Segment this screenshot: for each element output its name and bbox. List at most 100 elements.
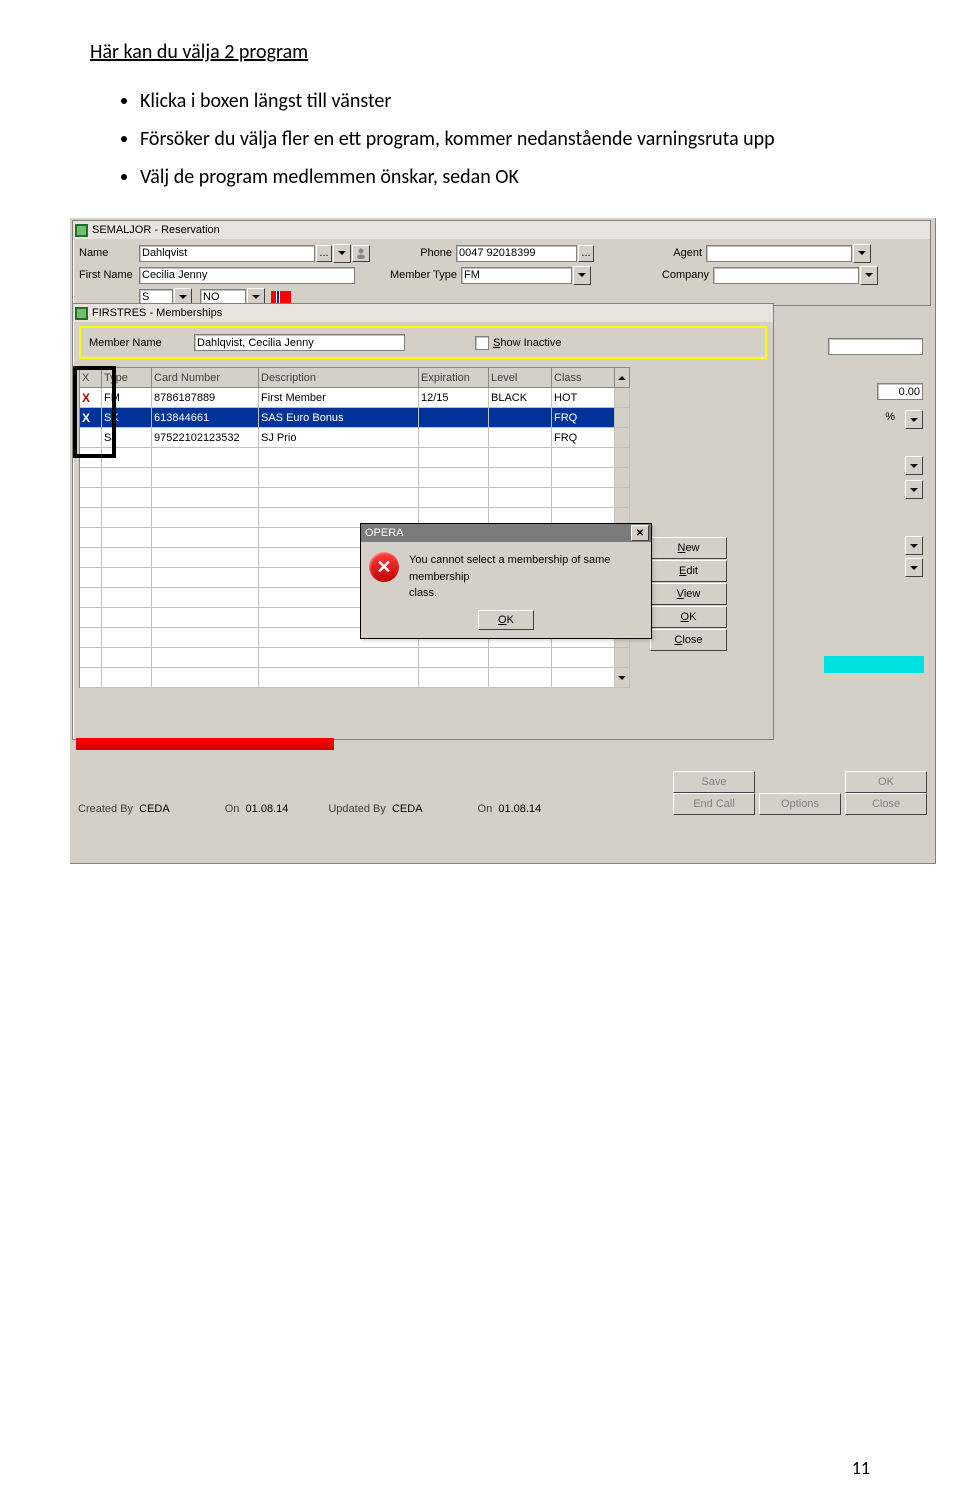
updated-on-value: 01.08.14 (498, 803, 541, 815)
side-dropdown-2[interactable] (905, 480, 923, 499)
view-button[interactable]: View (650, 583, 727, 605)
table-row[interactable] (80, 448, 630, 468)
col-level[interactable]: Level (489, 368, 552, 388)
col-desc[interactable]: Description (259, 368, 419, 388)
scroll-track (615, 388, 630, 408)
scroll-track (615, 428, 630, 448)
ok-button[interactable]: OK (650, 606, 727, 628)
member-type-dropdown[interactable] (573, 266, 591, 285)
label-member-type: Member Type (367, 269, 457, 281)
name-field[interactable]: Dahlqvist (139, 245, 315, 262)
amount-field[interactable]: 0.00 (877, 383, 923, 400)
app-screenshot: SEMALJOR - Reservation Name Dahlqvist ..… (70, 218, 936, 864)
x-icon: X (82, 411, 90, 425)
memberships-titlebar: FIRSTRES - Memberships (73, 304, 773, 322)
footer-ok-button[interactable]: OK (845, 771, 927, 793)
end-call-button[interactable]: End Call (673, 793, 755, 815)
dialog-title: OPERA (365, 527, 404, 539)
label-name: Name (79, 247, 139, 259)
close-icon[interactable]: ✕ (631, 525, 649, 541)
phone-more-button[interactable]: ... (578, 245, 594, 262)
cell-type: FM (102, 388, 152, 408)
close-button[interactable]: Close (650, 629, 727, 651)
table-row[interactable]: X SK 613844661 SAS Euro Bonus FRQ (80, 408, 630, 428)
phone-field[interactable]: 0047 92018399 (456, 245, 577, 262)
first-name-field[interactable]: Cecilia Jenny (139, 267, 355, 284)
label-phone: Phone (390, 247, 452, 259)
memberships-title: FIRSTRES - Memberships (92, 307, 222, 319)
pct-dropdown[interactable] (905, 410, 923, 429)
cell-desc: First Member (259, 388, 419, 408)
footer-button-grid: Save OK End Call Options Close (673, 771, 927, 815)
amount-value: 0.00 (823, 383, 923, 400)
show-inactive-checkbox[interactable]: Show Inactive (475, 336, 562, 350)
dialog-message: You cannot select a membership of same m… (409, 552, 641, 602)
member-name-field[interactable]: Dahlqvist, Cecilia Jenny (194, 334, 405, 351)
company-dropdown[interactable] (860, 266, 878, 285)
cell-level (489, 408, 552, 428)
reservation-title: SEMALJOR - Reservation (92, 224, 220, 236)
created-on-value: 01.08.14 (246, 803, 289, 815)
agent-dropdown[interactable] (853, 244, 871, 263)
col-x[interactable]: X (80, 368, 102, 388)
table-row[interactable] (80, 468, 630, 488)
side-dropdown-1[interactable] (905, 456, 923, 475)
red-strip (76, 738, 334, 750)
edit-button[interactable]: Edit (650, 560, 727, 582)
ellipsis-button[interactable]: ... (316, 245, 332, 262)
cell-card: 8786187889 (152, 388, 259, 408)
on-label: On (225, 803, 240, 815)
cell-class: FRQ (552, 408, 615, 428)
dialog-ok-button[interactable]: OK (478, 610, 534, 630)
checkbox-icon (475, 336, 489, 350)
side-dropdown-4[interactable] (905, 558, 923, 577)
show-inactive-label: Show Inactive (493, 337, 562, 349)
profile-icon-button[interactable] (352, 245, 370, 262)
cell-level: BLACK (489, 388, 552, 408)
cyan-field[interactable] (824, 656, 924, 673)
name-dropdown[interactable] (333, 244, 351, 263)
instruction-list: Klicka i boxen längst till vänster Försö… (90, 82, 870, 196)
flag-icon (271, 291, 291, 304)
status-bar: Created By CEDA On 01.08.14 Updated By C… (78, 798, 541, 819)
company-field[interactable] (713, 267, 859, 284)
cell-exp (419, 408, 489, 428)
updated-by-label: Updated By (328, 803, 385, 815)
list-item: Försöker du välja fler en ett program, k… (140, 120, 870, 158)
table-row[interactable] (80, 648, 630, 668)
save-button[interactable]: Save (673, 771, 755, 793)
col-exp[interactable]: Expiration (419, 368, 489, 388)
window-icon (75, 224, 88, 237)
scroll-up-button[interactable] (615, 368, 630, 388)
x-icon: X (82, 391, 90, 405)
reservation-window: SEMALJOR - Reservation Name Dahlqvist ..… (72, 220, 931, 306)
footer-close-button[interactable]: Close (845, 793, 927, 815)
new-button[interactable]: New (650, 537, 727, 559)
cell-card: 97522102123532 (152, 428, 259, 448)
created-by-value: CEDA (139, 803, 170, 815)
side-dropdown-3[interactable] (905, 536, 923, 555)
label-company: Company (637, 269, 709, 281)
cell-exp (419, 428, 489, 448)
agent-field[interactable] (706, 245, 852, 262)
table-row[interactable]: SJ 97522102123532 SJ Prio FRQ (80, 428, 630, 448)
col-class[interactable]: Class (552, 368, 615, 388)
table-row[interactable] (80, 668, 630, 688)
cell-desc: SAS Euro Bonus (259, 408, 419, 428)
table-row[interactable] (80, 488, 630, 508)
col-card[interactable]: Card Number (152, 368, 259, 388)
list-item: Välj de program medlemmen önskar, sedan … (140, 158, 870, 196)
member-type-field[interactable]: FM (461, 267, 572, 284)
cell-type: SK (102, 408, 152, 428)
label-agent: Agent (642, 247, 702, 259)
col-type[interactable]: Type (102, 368, 152, 388)
cell-type: SJ (102, 428, 152, 448)
options-button[interactable]: Options (759, 793, 841, 815)
reservation-titlebar: SEMALJOR - Reservation (73, 221, 930, 239)
page-heading: Här kan du välja 2 program (90, 40, 870, 64)
scroll-track (615, 408, 630, 428)
label-member-name: Member Name (89, 337, 194, 349)
sidebar-input[interactable] (828, 338, 923, 355)
table-row[interactable]: X FM 8786187889 First Member 12/15 BLACK… (80, 388, 630, 408)
cell-class: FRQ (552, 428, 615, 448)
